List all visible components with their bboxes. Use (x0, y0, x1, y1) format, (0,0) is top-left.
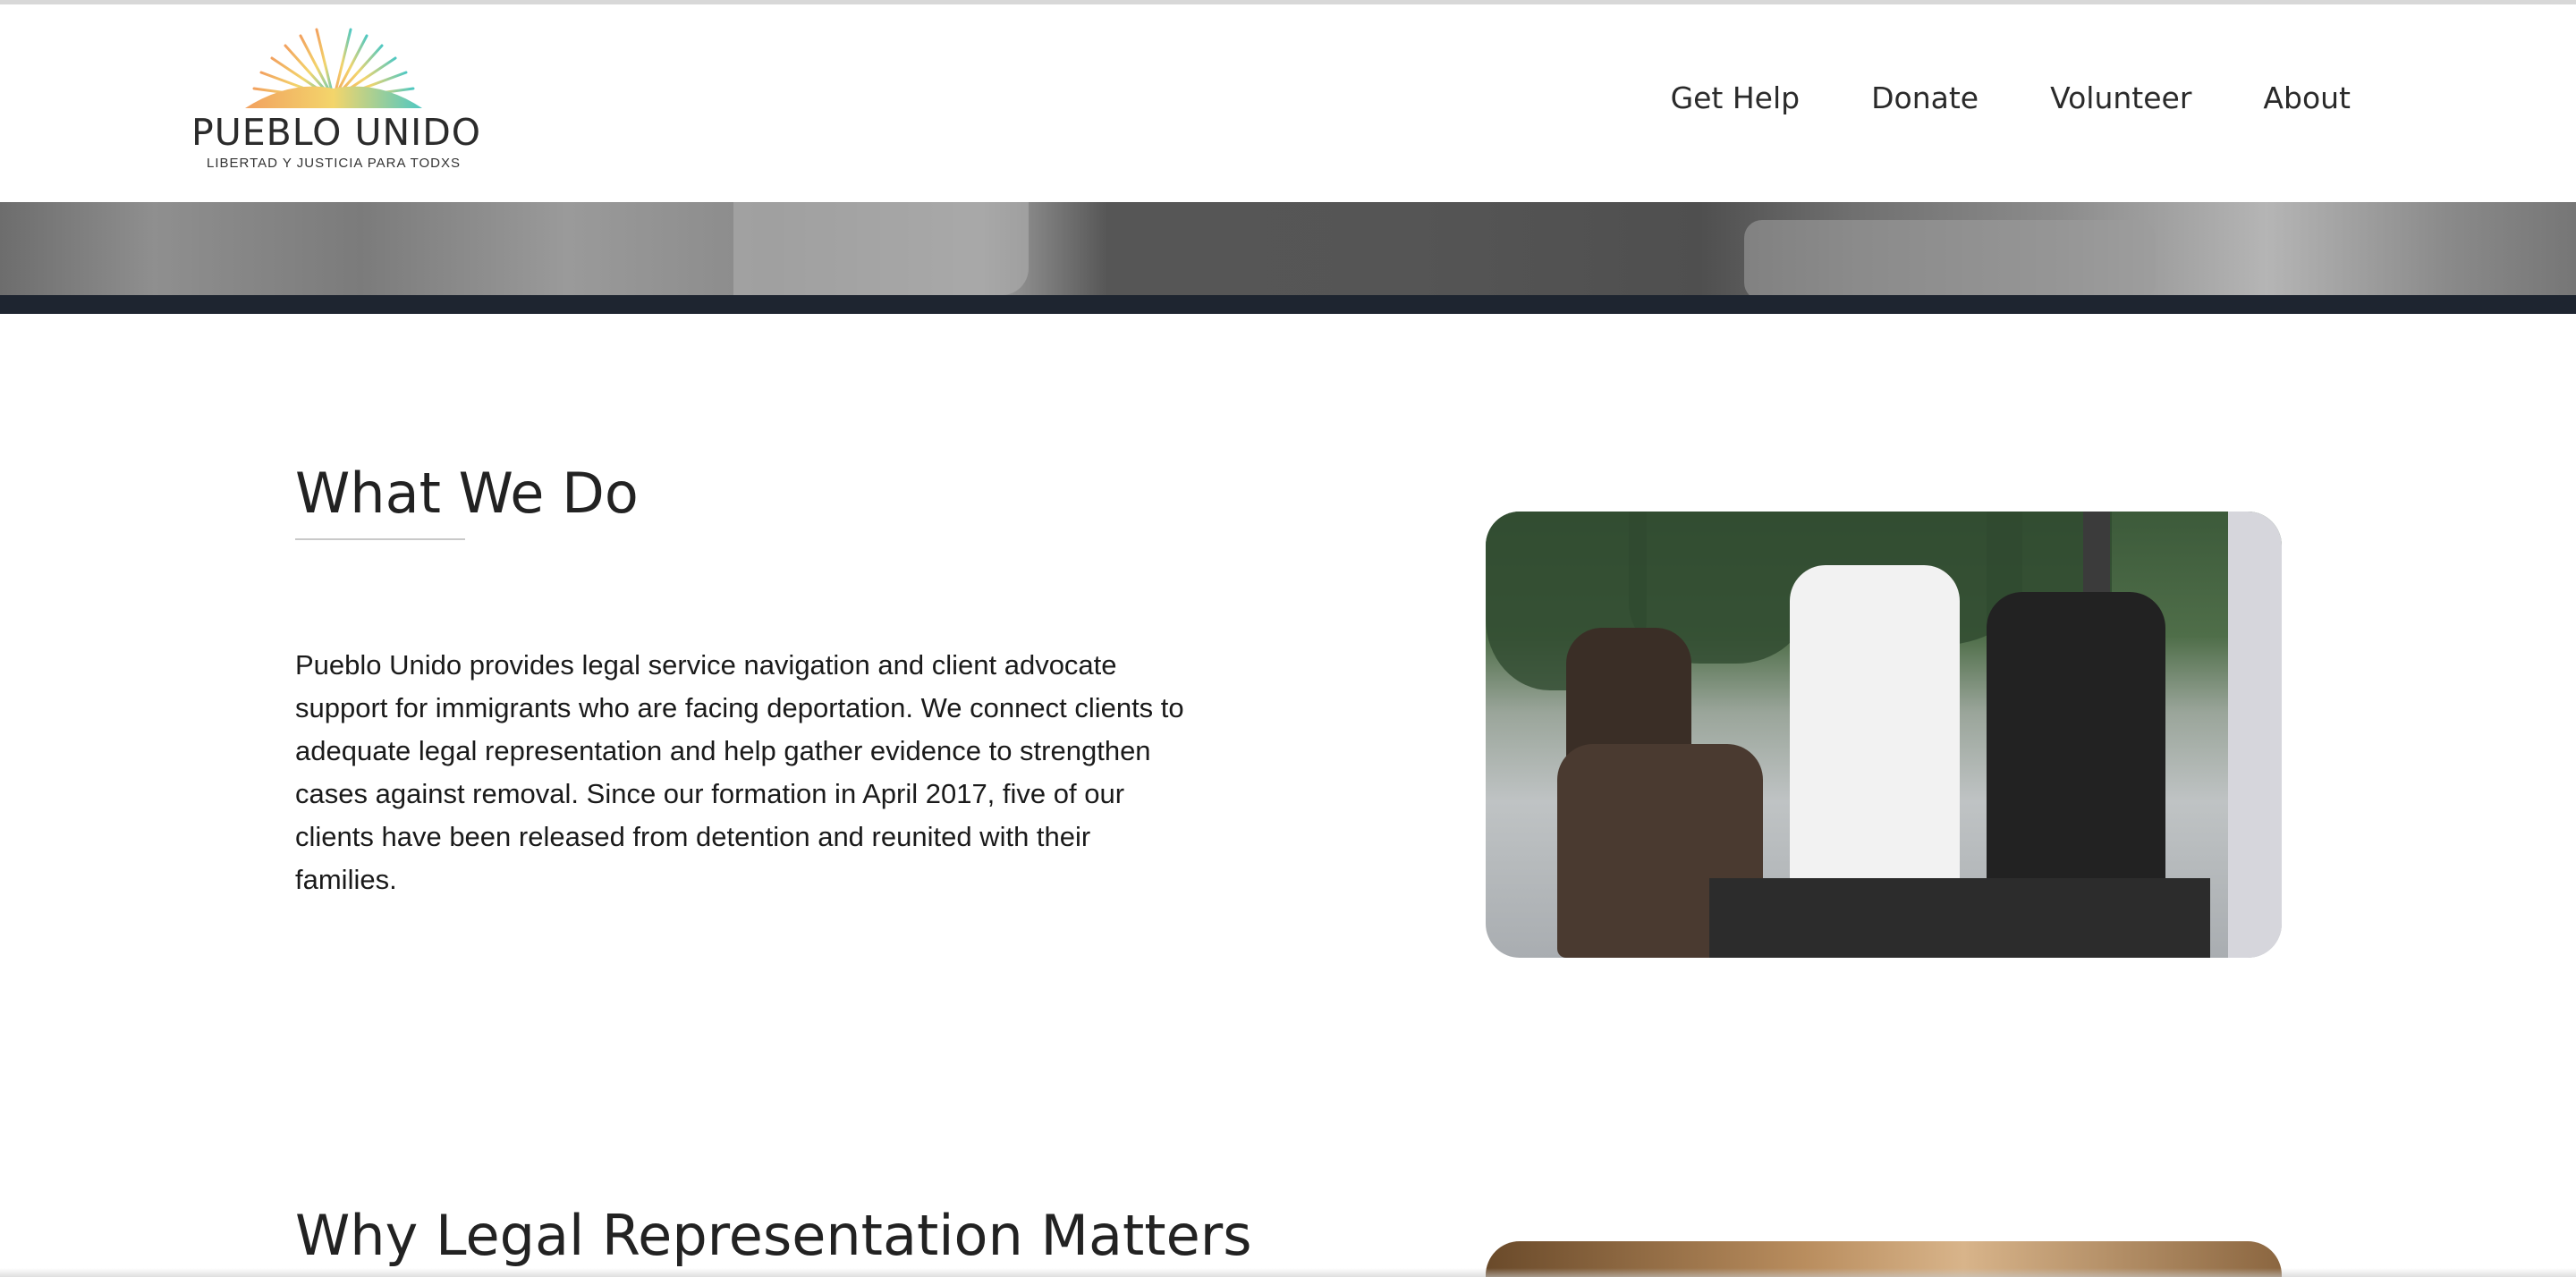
site-header: PUEBLO UNIDO LIBERTAD Y JUSTICIA PARA TO… (0, 4, 2576, 202)
main-nav: Get Help Donate Volunteer About (1671, 80, 2351, 115)
title-underline (295, 538, 465, 540)
site-logo[interactable]: PUEBLO UNIDO LIBERTAD Y JUSTICIA PARA TO… (191, 26, 482, 187)
sun-logo-icon (245, 26, 422, 108)
nav-about[interactable]: About (2263, 80, 2351, 115)
brand-tagline: LIBERTAD Y JUSTICIA PARA TODXS (207, 156, 461, 171)
section-title-what-we-do: What We Do (295, 461, 639, 526)
hero-shape (1744, 220, 2156, 295)
section-title-why-legal: Why Legal Representation Matters (295, 1203, 1252, 1268)
page-bottom-shadow (0, 1268, 2576, 1277)
photo-person (1790, 565, 1960, 905)
nav-donate[interactable]: Donate (1871, 80, 1979, 115)
brand-name: PUEBLO UNIDO (191, 111, 482, 154)
nav-volunteer[interactable]: Volunteer (2050, 80, 2191, 115)
hero-banner-image (0, 202, 2576, 295)
volunteers-photo (1486, 512, 2282, 958)
hero-shape (733, 202, 1029, 295)
photo-table (1709, 878, 2210, 958)
photo-wall (2228, 512, 2282, 958)
hero-bottom-band (0, 295, 2576, 314)
nav-get-help[interactable]: Get Help (1671, 80, 1801, 115)
what-we-do-text: Pueblo Unido provides legal service navi… (295, 649, 1184, 895)
